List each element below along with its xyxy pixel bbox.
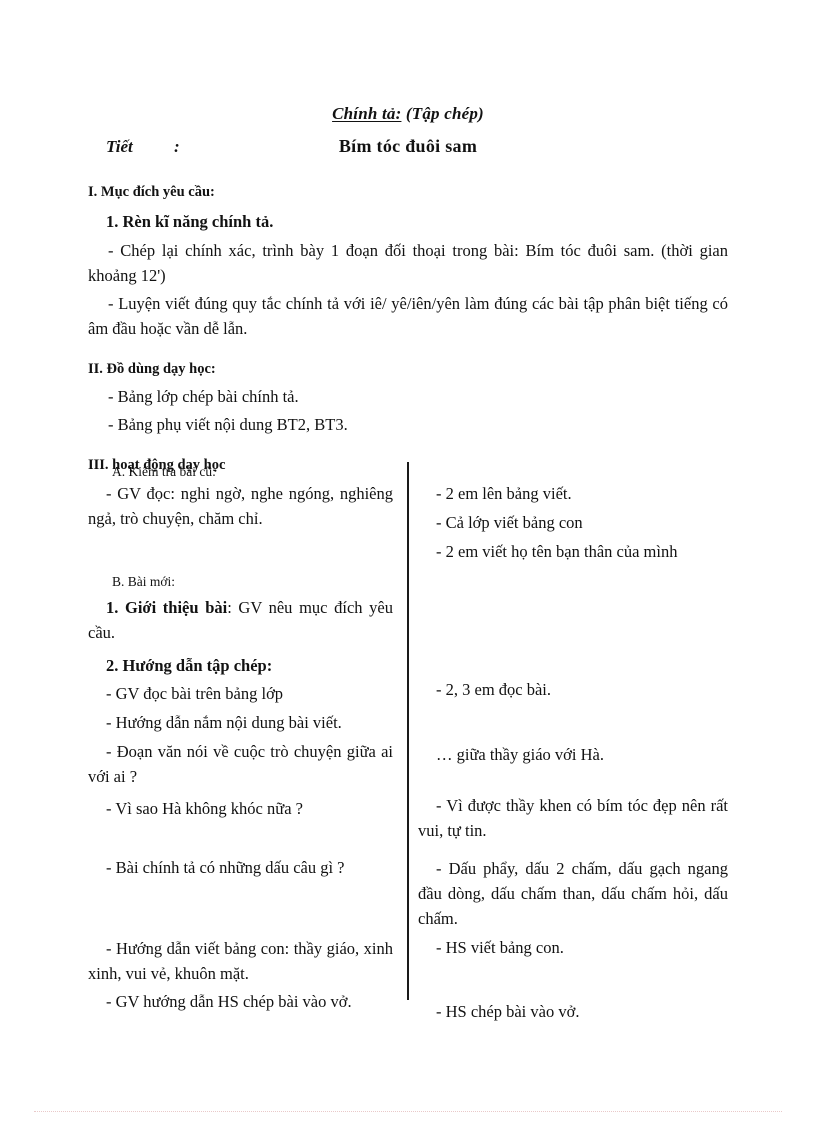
- teacher-activity-column: A. Kiểm tra bài cũ: - GV đọc: nghi ngờ, …: [88, 462, 393, 1015]
- document-header: Chính tả: (Tập chép) Tiết : Bím tóc đuôi…: [0, 104, 816, 166]
- footer-dotted-rule: [34, 1111, 782, 1113]
- teacher-item-1: - GV đọc bài trên bảng lớp: [106, 684, 284, 704]
- document-page: Chính tả: (Tập chép) Tiết : Bím tóc đuôi…: [0, 0, 816, 1123]
- part-b-guide-heading: 2. Hướng dẫn tập chép:: [106, 655, 273, 675]
- part-b-intro-bold: 1. Giới thiệu bài: [106, 598, 228, 617]
- activity-two-column-area: A. Kiểm tra bài cũ: - GV đọc: nghi ngờ, …: [88, 462, 728, 1021]
- subject-name: Chính tả:: [332, 104, 402, 123]
- section-1-paragraph-2: - Luyện viết đúng quy tắc chính tả với i…: [88, 293, 728, 338]
- student-item-4: - 2, 3 em đọc bài.: [436, 680, 552, 700]
- part-a-item: - GV đọc: nghi ngờ, nghe ngóng, nghiêng …: [88, 484, 393, 528]
- section-1-subheading: 1. Rèn kĩ năng chính tả.: [106, 211, 274, 231]
- teacher-item-2: - Hướng dẫn nắm nội dung bài viết.: [106, 713, 342, 732]
- student-item-6: - Vì được thầy khen có bím tóc đẹp nên r…: [418, 795, 728, 840]
- teacher-item-3: - Đoạn văn nói về cuộc trò chuyện giữa a…: [88, 741, 393, 786]
- student-activity-column: - 2 em lên bảng viết. - Cả lớp viết bảng…: [418, 462, 728, 1025]
- lesson-title: Bím tóc đuôi sam: [338, 136, 478, 156]
- student-item-1: - 2 em lên bảng viết.: [436, 484, 572, 503]
- teacher-item-5: - Bài chính tả có những dấu câu gì ?: [106, 858, 345, 877]
- subject-line: Chính tả: (Tập chép): [0, 104, 816, 124]
- section-1-paragraph-1: - Chép lại chính xác, trình bày 1 đoạn đ…: [88, 240, 728, 285]
- section-2-heading: II. Đồ dùng dạy học:: [88, 360, 216, 377]
- part-a-label: A. Kiểm tra bài cũ:: [112, 464, 216, 479]
- document-body: I. Mục đích yêu cầu: 1. Rèn kĩ năng chín…: [88, 182, 728, 478]
- column-divider: [407, 462, 409, 1000]
- section-2-paragraph-1: - Bảng lớp chép bài chính tả.: [108, 386, 299, 406]
- student-item-5: … giữa thầy giáo với Hà.: [436, 745, 604, 764]
- section-2-paragraph-2: - Bảng phụ viết nội dung BT2, BT3.: [108, 414, 348, 434]
- student-item-9: - HS chép bài vào vở.: [436, 1002, 580, 1022]
- section-1-heading: I. Mục đích yêu cầu:: [88, 184, 215, 200]
- part-b-intro: 1. Giới thiệu bài: GV nêu mục đích yêu c…: [88, 596, 393, 646]
- subject-type: (Tập chép): [401, 104, 484, 123]
- student-item-8: - HS viết bảng con.: [436, 937, 564, 957]
- teacher-item-4: - Vì sao Hà không khóc nữa ?: [106, 799, 303, 819]
- part-b-label: B. Bài mới:: [112, 573, 176, 589]
- student-item-7: - Dấu phẩy, dấu 2 chấm, dấu gạch ngang đ…: [418, 859, 728, 928]
- student-item-2: - Cả lớp viết bảng con: [436, 512, 583, 532]
- student-item-3: - 2 em viết họ tên bạn thân của mình: [436, 541, 678, 561]
- teacher-item-7: - GV hướng dẫn HS chép bài vào vở.: [106, 992, 352, 1012]
- teacher-item-6: - Hướng dẫn viết bảng con: thầy giáo, xi…: [88, 938, 393, 983]
